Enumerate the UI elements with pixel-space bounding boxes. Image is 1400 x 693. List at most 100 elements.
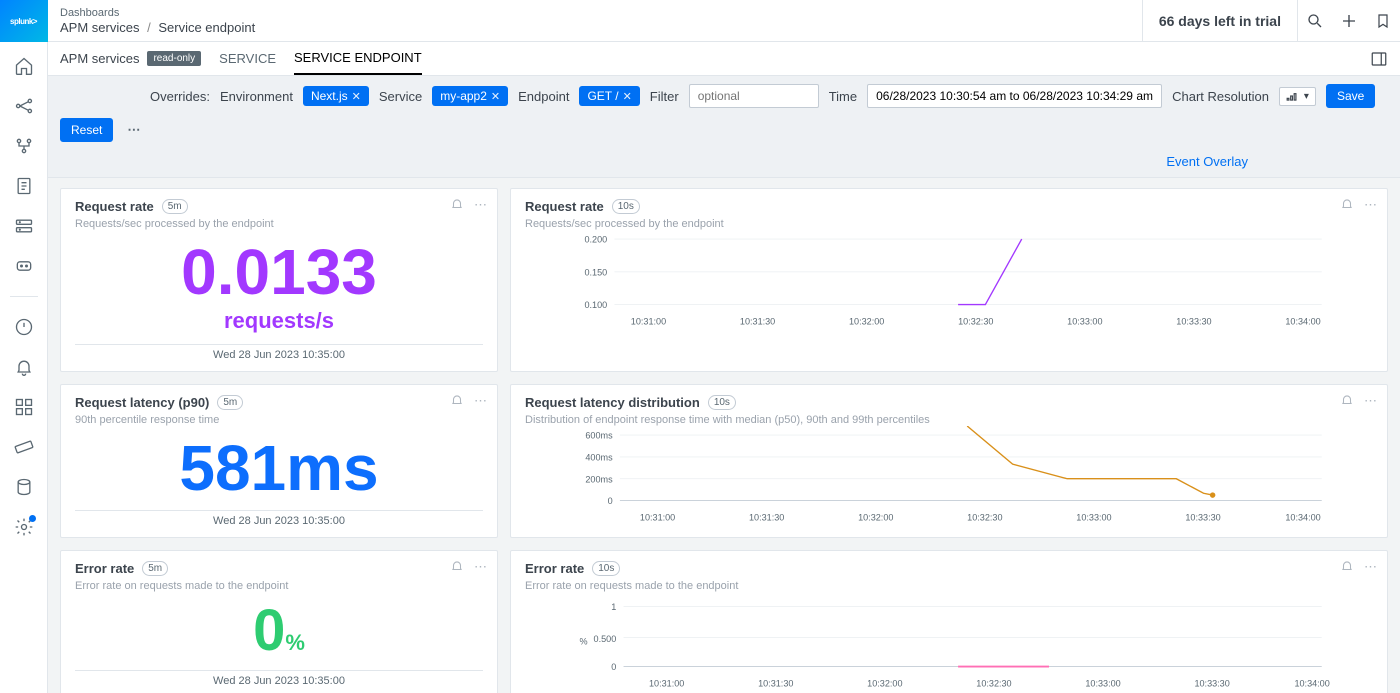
svg-text:10:33:30: 10:33:30 xyxy=(1194,679,1229,689)
trial-remaining[interactable]: 66 days left in trial xyxy=(1143,0,1298,41)
panel-title: Request rate xyxy=(75,199,154,214)
more-icon[interactable]: ⋯ xyxy=(1364,197,1377,214)
request-rate-chart[interactable]: 0.200 0.150 0.100 10:31:00 10:31:30 10:3… xyxy=(525,230,1373,330)
overrides-label: Overrides: xyxy=(150,89,210,104)
svg-text:600ms: 600ms xyxy=(585,431,613,441)
panel-timestamp: Wed 28 Jun 2023 10:35:00 xyxy=(75,515,483,527)
latency-distribution-chart[interactable]: 600ms 400ms 200ms 0 10:31:00 10:31:30 10… xyxy=(525,426,1373,526)
breadcrumb: APM services / Service endpoint xyxy=(60,20,1130,35)
filter-input[interactable] xyxy=(689,84,819,108)
breadcrumb-item[interactable]: APM services xyxy=(60,20,139,35)
bell-icon[interactable] xyxy=(1340,559,1354,576)
endpoint-chip[interactable]: GET /✕ xyxy=(579,86,639,106)
more-icon[interactable]: ⋯ xyxy=(1364,559,1377,576)
overrides-bar: Overrides: Environment Next.js✕ Service … xyxy=(48,76,1400,178)
panel-subtitle: Requests/sec processed by the endpoint xyxy=(525,218,1373,230)
svg-text:10:32:00: 10:32:00 xyxy=(849,317,884,327)
svg-text:10:33:00: 10:33:00 xyxy=(1067,317,1102,327)
svg-text:0: 0 xyxy=(611,662,616,672)
dashboards-icon[interactable] xyxy=(14,397,34,417)
save-button[interactable]: Save xyxy=(1326,84,1375,108)
app-header: Dashboards APM services / Service endpoi… xyxy=(48,0,1400,42)
panel-interval-badge: 5m xyxy=(142,561,168,576)
breadcrumb-item: Service endpoint xyxy=(158,20,255,35)
data-icon[interactable] xyxy=(14,477,34,497)
environment-chip[interactable]: Next.js✕ xyxy=(303,86,369,106)
bell-icon[interactable] xyxy=(450,559,464,576)
tab-group-label: APM services xyxy=(60,51,139,66)
ruler-icon[interactable] xyxy=(14,437,34,457)
panel-timestamp: Wed 28 Jun 2023 10:35:00 xyxy=(75,349,483,361)
bell-icon[interactable] xyxy=(1340,197,1354,214)
svg-text:10:32:30: 10:32:30 xyxy=(976,679,1011,689)
chart-resolution-dropdown[interactable]: ▾ xyxy=(1279,87,1316,106)
bell-icon[interactable] xyxy=(14,357,34,377)
svg-text:10:31:30: 10:31:30 xyxy=(740,317,775,327)
environment-label: Environment xyxy=(220,89,293,104)
reset-button[interactable]: Reset xyxy=(60,118,113,142)
time-label: Time xyxy=(829,89,857,104)
panel-title: Error rate xyxy=(75,561,134,576)
endpoint-label: Endpoint xyxy=(518,89,569,104)
section-title: Dashboards xyxy=(60,7,1130,19)
time-range-input[interactable] xyxy=(867,84,1162,108)
dashboard-grid: Request rate 5m ⋯ Requests/sec processed… xyxy=(48,178,1400,693)
settings-icon[interactable] xyxy=(14,517,34,537)
bell-icon[interactable] xyxy=(1340,393,1354,410)
panel-interval-badge: 5m xyxy=(217,395,243,410)
panel-error-rate-chart: Error rate 10s ⋯ Error rate on requests … xyxy=(510,550,1388,693)
more-icon[interactable]: ⋯ xyxy=(474,197,487,214)
svg-text:%: % xyxy=(580,637,588,647)
home-icon[interactable] xyxy=(14,56,34,76)
chevron-down-icon: ▾ xyxy=(1304,91,1309,102)
panel-title: Error rate xyxy=(525,561,584,576)
more-icon[interactable]: ⋯ xyxy=(474,393,487,410)
panel-interval-badge: 5m xyxy=(162,199,188,214)
svg-text:10:32:30: 10:32:30 xyxy=(958,317,993,327)
trace-icon[interactable] xyxy=(14,136,34,156)
panel-title: Request latency distribution xyxy=(525,395,700,410)
brand-logo[interactable]: splunk> xyxy=(0,0,48,42)
panel-subtitle: Requests/sec processed by the endpoint xyxy=(75,218,483,230)
svg-text:10:32:30: 10:32:30 xyxy=(967,513,1002,523)
more-icon[interactable]: ⋯ xyxy=(123,118,145,142)
search-icon[interactable] xyxy=(1298,0,1332,41)
tab-service-endpoint[interactable]: SERVICE ENDPOINT xyxy=(294,42,422,75)
bookmark-icon[interactable] xyxy=(1366,0,1400,41)
svg-text:10:34:00: 10:34:00 xyxy=(1294,679,1329,689)
metric-unit: % xyxy=(285,630,305,655)
svg-text:10:33:30: 10:33:30 xyxy=(1185,513,1220,523)
service-chip[interactable]: my-app2✕ xyxy=(432,86,508,106)
bell-icon[interactable] xyxy=(450,197,464,214)
panel-latency-value: Request latency (p90) 5m ⋯ 90th percenti… xyxy=(60,384,498,538)
svg-text:10:34:00: 10:34:00 xyxy=(1285,317,1320,327)
rum-icon[interactable] xyxy=(14,256,34,276)
service-label: Service xyxy=(379,89,422,104)
logs-icon[interactable] xyxy=(14,176,34,196)
tab-service[interactable]: SERVICE xyxy=(219,43,276,74)
add-icon[interactable] xyxy=(1332,0,1366,41)
panel-toggle-icon[interactable] xyxy=(1370,50,1388,68)
metric-value: 581ms xyxy=(179,432,378,504)
svg-text:10:31:00: 10:31:00 xyxy=(640,513,675,523)
svg-text:10:31:00: 10:31:00 xyxy=(631,317,666,327)
panel-interval-badge: 10s xyxy=(592,561,620,576)
panel-title: Request rate xyxy=(525,199,604,214)
close-icon[interactable]: ✕ xyxy=(352,90,361,103)
svg-text:10:31:00: 10:31:00 xyxy=(649,679,684,689)
close-icon[interactable]: ✕ xyxy=(623,90,632,103)
more-icon[interactable]: ⋯ xyxy=(1364,393,1377,410)
close-icon[interactable]: ✕ xyxy=(491,90,500,103)
panel-error-rate-value: Error rate 5m ⋯ Error rate on requests m… xyxy=(60,550,498,693)
panel-request-rate-value: Request rate 5m ⋯ Requests/sec processed… xyxy=(60,188,498,372)
alert-status-icon[interactable] xyxy=(14,317,34,337)
event-overlay-link[interactable]: Event Overlay xyxy=(1166,154,1248,169)
more-icon[interactable]: ⋯ xyxy=(474,559,487,576)
network-icon[interactable] xyxy=(14,96,34,116)
metric-value: 0.0133 xyxy=(181,236,377,308)
svg-text:10:33:00: 10:33:00 xyxy=(1085,679,1120,689)
error-rate-chart[interactable]: 1 0.500 0 % 10:31:00 10:31:30 10:32:00 1… xyxy=(525,592,1373,692)
panel-request-rate-chart: Request rate 10s ⋯ Requests/sec processe… xyxy=(510,188,1388,372)
bell-icon[interactable] xyxy=(450,393,464,410)
infra-icon[interactable] xyxy=(14,216,34,236)
